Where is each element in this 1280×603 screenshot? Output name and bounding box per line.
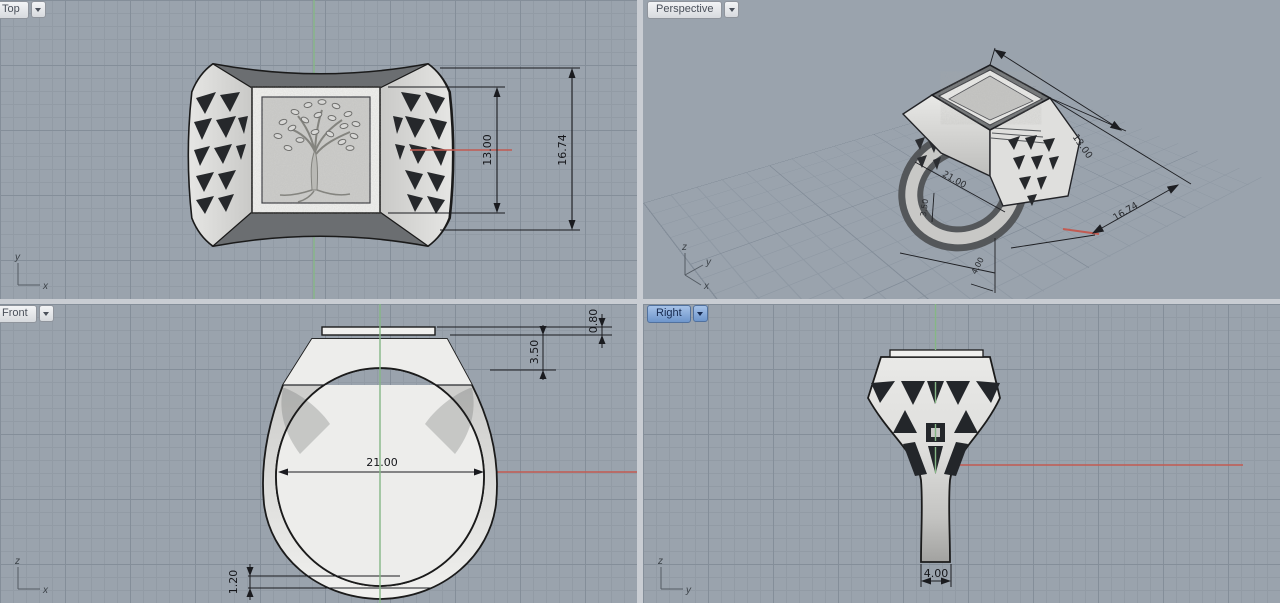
viewport-title-front: Front	[0, 305, 54, 323]
viewport-perspective-menu-button[interactable]	[724, 1, 739, 18]
axis-label-z: z	[657, 556, 663, 567]
axis-label-x: x	[42, 281, 49, 292]
viewport-right-button[interactable]: Right	[647, 305, 691, 323]
viewport-front[interactable]: 0.80 3.50 21.00 1.20	[0, 304, 637, 603]
viewport-top[interactable]: 13.00 16.74 Top y x	[0, 0, 637, 299]
dim-persp-diameter: 21.00	[940, 170, 968, 191]
viewport-top-menu-button[interactable]	[31, 1, 46, 18]
axis-label-y: y	[14, 252, 21, 263]
ring-perspective-view	[877, 65, 1080, 274]
viewport-front-button[interactable]: Front	[0, 305, 37, 323]
dim-diameter-value: 21.00	[366, 456, 398, 469]
viewport-right[interactable]: 4.00 Right z y	[643, 304, 1280, 603]
dimension-head	[490, 325, 556, 380]
viewport-title-top: Top	[0, 1, 46, 19]
dim-shank-width-value: 4.00	[924, 567, 949, 580]
cplane-axis-gizmo: y x	[4, 249, 50, 295]
viewport-title-perspective: Perspective	[647, 1, 739, 19]
viewport-top-button[interactable]: Top	[0, 1, 29, 19]
dropdown-arrow-icon	[43, 312, 49, 316]
dim-face-height-value: 13.00	[481, 134, 494, 166]
cplane-axis-gizmo: z x	[4, 553, 50, 599]
dim-plate-value: 0.80	[587, 309, 600, 334]
dim-head-value: 3.50	[528, 340, 541, 365]
cad-window: 13.00 16.74 Top y x	[0, 0, 1280, 603]
axis-label-x: x	[703, 281, 710, 291]
front-view-canvas: 0.80 3.50 21.00 1.20	[0, 304, 637, 603]
ring-top-view	[189, 64, 513, 246]
dropdown-arrow-icon	[697, 312, 703, 316]
dim-shank-value: 1.20	[227, 570, 240, 595]
cplane-axis-gizmo: z y x	[671, 241, 721, 291]
cplane-axis-gizmo: z y	[647, 553, 693, 599]
right-view-canvas: 4.00	[643, 304, 1280, 603]
viewport-title-right: Right	[647, 305, 708, 323]
axis-label-x: x	[42, 585, 49, 596]
dropdown-arrow-icon	[729, 8, 735, 12]
ring-right-view	[868, 350, 1000, 562]
dropdown-arrow-icon	[35, 8, 41, 12]
dimension-plate	[437, 314, 612, 348]
viewport-perspective[interactable]: 13.00 16.74 21.00 3.50 4.00 Perspective …	[643, 0, 1280, 299]
axis-label-y: y	[685, 585, 692, 596]
viewport-perspective-button[interactable]: Perspective	[647, 1, 722, 19]
perspective-view-canvas: 13.00 16.74 21.00 3.50 4.00	[643, 0, 1280, 299]
dim-persp-outer-length: 16.74	[1111, 200, 1140, 223]
axis-label-z: z	[681, 242, 687, 253]
viewport-right-menu-button[interactable]	[693, 305, 708, 322]
axis-label-y: y	[705, 257, 712, 268]
viewport-front-menu-button[interactable]	[39, 305, 54, 322]
top-view-canvas: 13.00 16.74	[0, 0, 637, 299]
dim-outer-height-value: 16.74	[556, 134, 569, 166]
dim-persp-shank-width: 4.00	[970, 256, 986, 276]
axis-label-z: z	[14, 556, 20, 567]
